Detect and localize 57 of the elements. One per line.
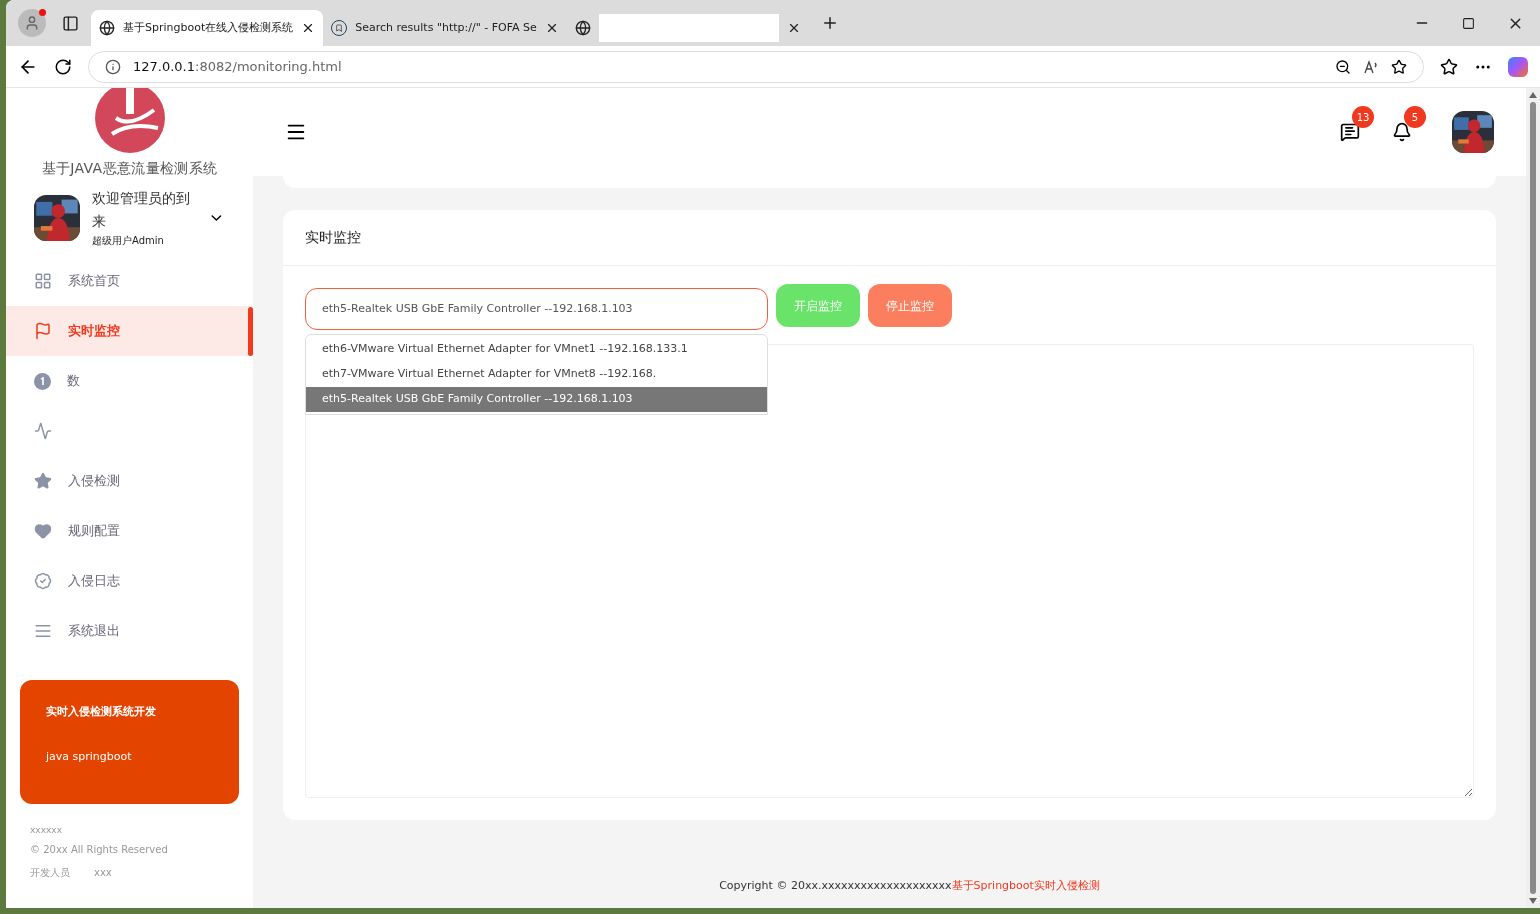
sidebar-item[interactable]: 规则配置 [6, 506, 253, 556]
bars-icon [34, 622, 52, 640]
url-text: 127.0.0.1:8082/monitoring.html [133, 57, 343, 76]
tab-actions-icon[interactable] [62, 14, 79, 32]
heart-icon [34, 522, 52, 540]
favorites-icon[interactable] [1440, 57, 1458, 76]
welcome-text: 欢迎管理员的到来 [92, 189, 191, 231]
promo-subtitle: java springboot [46, 748, 133, 765]
scroll-down-icon[interactable] [1529, 898, 1537, 904]
tab-title: Search results "http://" - FOFA Se [355, 19, 537, 36]
promo-title: 实时入侵检测系统开发 [46, 704, 157, 720]
interface-select[interactable]: eth5-Realtek USB GbE Family Controller --192.168.1.103 [305, 288, 768, 330]
footer-name: xxxxxx [30, 824, 63, 837]
developer-label: 开发人员 [30, 865, 70, 880]
copyright-text: Copyright © 20xx.xxxxxxxxxxxxxxxxxxxx基于Springboot实时入侵检测 [719, 877, 1100, 894]
browser-tab[interactable]: 基于Springboot在线入侵检测系统 [91, 10, 324, 46]
dropdown-option[interactable]: eth6-VMware Virtual Ethernet Adapter for VMnet1 --192.168.133.1 [306, 337, 767, 362]
developer-name: xxx [94, 865, 112, 880]
flag-icon [34, 322, 52, 340]
message-count-badge: 13 [1352, 106, 1374, 128]
profile-icon[interactable] [18, 9, 46, 37]
scroll-up-icon[interactable] [1529, 92, 1537, 98]
dropdown-option[interactable]: eth5-Realtek USB GbE Family Controller --192.168.1.103 [306, 387, 767, 412]
brand-title: 基于JAVA恶意流量检测系统 [41, 159, 218, 178]
read-aloud-icon[interactable] [1363, 58, 1379, 75]
pulse-icon [34, 422, 52, 440]
user-role: 超级用户Admin [92, 234, 165, 248]
browser-tab[interactable]: Search results "http://" - FOFA Se [323, 10, 567, 46]
dropdown-option[interactable]: eth7-VMware Virtual Ethernet Adapter for VMnet8 --192.168. [306, 362, 767, 387]
notification-count-badge: 5 [1404, 106, 1426, 128]
output-textarea[interactable] [305, 344, 1474, 798]
globe-icon [99, 20, 115, 36]
sidebar-item[interactable]: 入侵检测 [6, 456, 253, 506]
copilot-icon[interactable] [1508, 56, 1528, 77]
info-icon[interactable] [105, 58, 121, 75]
notifications-icon[interactable] [1392, 122, 1412, 142]
badge-icon [34, 572, 52, 590]
footer-link[interactable]: 基于Springboot实时入侵检测 [951, 878, 1100, 892]
favorite-icon[interactable] [1391, 58, 1407, 75]
sidebar-item[interactable]: 系统首页 [6, 256, 253, 306]
tab-title: 基于Springboot在线入侵检测系统 [123, 19, 294, 36]
tab-title-field[interactable] [598, 14, 779, 42]
star-icon [34, 472, 52, 490]
messages-icon[interactable] [1340, 122, 1360, 142]
number-icon [34, 372, 51, 390]
scrollbar-thumb[interactable] [1530, 102, 1536, 894]
sidebar-item[interactable]: 入侵日志 [6, 556, 253, 606]
grid-icon [34, 272, 52, 290]
reload-icon[interactable] [54, 57, 72, 76]
maximize-icon[interactable] [1462, 16, 1475, 30]
panel-title: 实时监控 [305, 228, 361, 247]
sidebar-item[interactable]: 数 [6, 356, 253, 406]
sidebar-item[interactable]: 系统退出 [6, 606, 253, 656]
footer-rights: © 20xx All Rights Reserved [30, 842, 169, 857]
sidebar-item[interactable]: 实时监控 [6, 306, 253, 356]
globe-icon [574, 20, 591, 36]
zoom-out-icon[interactable] [1335, 58, 1351, 75]
